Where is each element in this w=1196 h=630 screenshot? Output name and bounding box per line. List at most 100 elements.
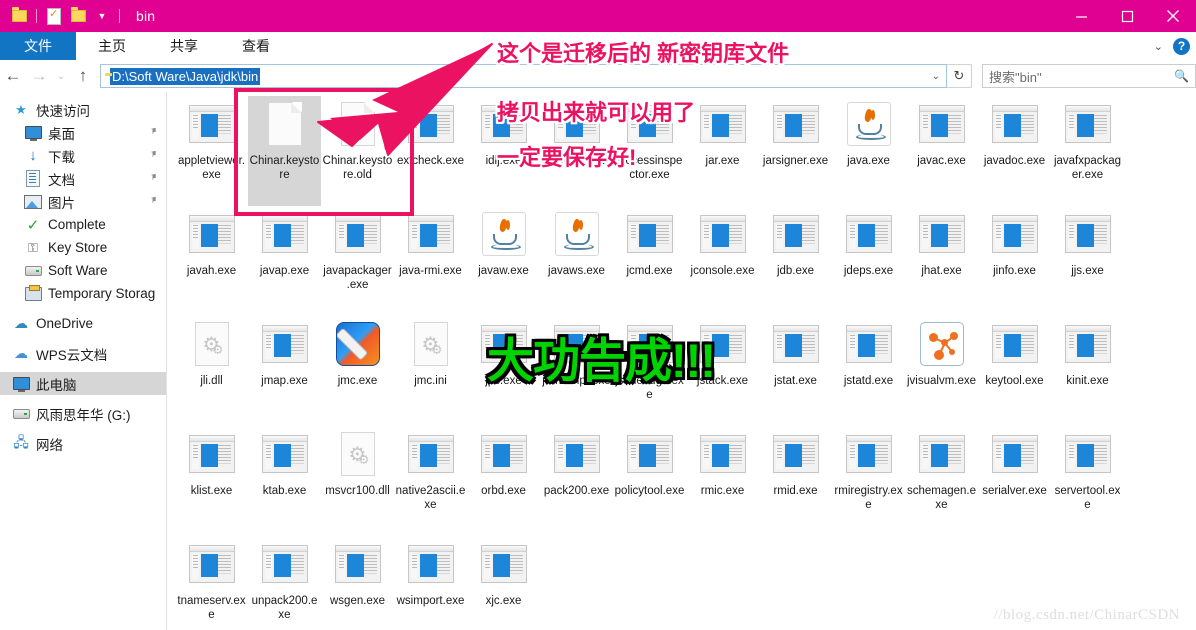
file-item[interactable]: jstatd.exe	[832, 316, 905, 426]
file-item[interactable]: jjs.exe	[1051, 206, 1124, 316]
file-item[interactable]: jrunscript.exe	[540, 316, 613, 426]
sidebar-item-g[interactable]: 风雨思年华 (G:)	[0, 402, 166, 425]
sidebar-item-[interactable]: 此电脑	[0, 372, 166, 395]
address-input[interactable]: D:\Soft Ware\Java\jdk\bin ⌄	[100, 64, 947, 88]
file-item[interactable]: jhat.exe	[905, 206, 978, 316]
tab-home[interactable]: 主页	[76, 32, 148, 60]
file-item[interactable]: jcmd.exe	[613, 206, 686, 316]
file-item[interactable]: javafxpackager.exe	[1051, 96, 1124, 206]
file-item[interactable]: jconsole.exe	[686, 206, 759, 316]
recent-locations-button[interactable]: ⌄	[52, 61, 70, 91]
file-item[interactable]: javaw.exe	[467, 206, 540, 316]
file-item[interactable]: javaws.exe	[540, 206, 613, 316]
file-item[interactable]: unpack200.exe	[248, 536, 321, 630]
help-icon[interactable]: ?	[1173, 37, 1190, 55]
sidebar-item-[interactable]: 文档	[0, 167, 166, 190]
file-item[interactable]: javah.exe	[175, 206, 248, 316]
file-item[interactable]: orbd.exe	[467, 426, 540, 536]
sidebar-item-[interactable]: ↓ 下载	[0, 144, 166, 167]
file-item[interactable]: Chinar.keystore.old	[321, 96, 394, 206]
file-item[interactable]: idlj.exe	[467, 96, 540, 206]
file-item[interactable]: javap.exe	[248, 206, 321, 316]
file-item[interactable]: javapackager.exe	[321, 206, 394, 316]
file-item[interactable]: jstack.exe	[686, 316, 759, 426]
sidebar-item-soft-ware[interactable]: Soft Ware	[0, 259, 166, 282]
file-list-pane[interactable]: appletviewer.exe Chinar.keystore Chinar.ke…	[167, 92, 1196, 630]
file-item[interactable]: jaccessinspector.exe	[613, 96, 686, 206]
file-item[interactable]: appletviewer.exe	[175, 96, 248, 206]
chevron-down-icon[interactable]: ⌄	[932, 71, 940, 82]
file-item[interactable]: jarsigner.exe	[759, 96, 832, 206]
minimize-icon[interactable]	[1058, 0, 1104, 32]
chevron-down-icon[interactable]: ▼	[91, 5, 113, 27]
navigation-sidebar[interactable]: ★ 快速访问 桌面 ↓ 下载 文档 图片 ✓ Complete ⚿ Key Store Soft Wa…	[0, 92, 167, 630]
file-item[interactable]: jdeps.exe	[832, 206, 905, 316]
file-item[interactable]: Chinar.keystore	[248, 96, 321, 206]
refresh-button[interactable]: ↻	[947, 64, 972, 88]
file-item[interactable]: ktab.exe	[248, 426, 321, 536]
file-item[interactable]: jinfo.exe	[978, 206, 1051, 316]
file-item[interactable]: wsgen.exe	[321, 536, 394, 630]
file-item[interactable]: klist.exe	[175, 426, 248, 536]
file-item[interactable]: keytool.exe	[978, 316, 1051, 426]
file-item[interactable]: serialver.exe	[978, 426, 1051, 536]
file-item[interactable]: jabswitch.exe	[540, 96, 613, 206]
folder-icon[interactable]	[67, 5, 89, 27]
search-icon[interactable]: 🔍	[1174, 69, 1189, 83]
file-item[interactable]: ⚙ ⚙ jmc.ini	[394, 316, 467, 426]
file-item[interactable]: extcheck.exe	[394, 96, 467, 206]
file-item[interactable]: javac.exe	[905, 96, 978, 206]
tab-view[interactable]: 查看	[220, 32, 292, 60]
file-item[interactable]: rmic.exe	[686, 426, 759, 536]
file-item[interactable]: kinit.exe	[1051, 316, 1124, 426]
sidebar-item-[interactable]: 图片	[0, 190, 166, 213]
file-item[interactable]: jar.exe	[686, 96, 759, 206]
file-item[interactable]: java-rmi.exe	[394, 206, 467, 316]
file-item[interactable]: servertool.exe	[1051, 426, 1124, 536]
tab-file[interactable]: 文件	[0, 32, 76, 60]
sidebar-item-[interactable]: 🖧 网络	[0, 432, 166, 455]
file-item[interactable]: javadoc.exe	[978, 96, 1051, 206]
search-input[interactable]: 搜索"bin" 🔍	[982, 64, 1196, 88]
file-item[interactable]: jps.exe	[467, 316, 540, 426]
file-item[interactable]: xjc.exe	[467, 536, 540, 630]
file-item[interactable]: jstat.exe	[759, 316, 832, 426]
back-button[interactable]: ←	[0, 61, 26, 91]
sidebar-item-key-store[interactable]: ⚿ Key Store	[0, 236, 166, 259]
sidebar-item-[interactable]: ★ 快速访问	[0, 98, 166, 121]
pin-icon[interactable]	[145, 171, 160, 186]
folder-icon[interactable]	[8, 5, 30, 27]
file-item[interactable]: pack200.exe	[540, 426, 613, 536]
file-item[interactable]: jdb.exe	[759, 206, 832, 316]
file-item[interactable]: jmc.exe	[321, 316, 394, 426]
file-item[interactable]: native2ascii.exe	[394, 426, 467, 536]
save-doc-icon[interactable]	[43, 5, 65, 27]
file-item[interactable]: rmid.exe	[759, 426, 832, 536]
pin-icon[interactable]	[145, 194, 160, 209]
pin-icon[interactable]	[145, 148, 160, 163]
file-item[interactable]: schemagen.exe	[905, 426, 978, 536]
close-icon[interactable]	[1150, 0, 1196, 32]
file-item[interactable]: policytool.exe	[613, 426, 686, 536]
file-item[interactable]: ⚙ ⚙ jli.dll	[175, 316, 248, 426]
tab-share[interactable]: 共享	[148, 32, 220, 60]
sidebar-item-temporary-storag[interactable]: Temporary Storag	[0, 282, 166, 305]
sidebar-item-onedrive[interactable]: ☁ OneDrive	[0, 312, 166, 335]
file-item[interactable]: java.exe	[832, 96, 905, 206]
sidebar-item-[interactable]: 桌面	[0, 121, 166, 144]
file-item[interactable]: jmap.exe	[248, 316, 321, 426]
sidebar-item-wps[interactable]: ☁ WPS云文档	[0, 342, 166, 365]
file-item[interactable]: ⚙ ⚙ msvcr100.dll	[321, 426, 394, 536]
file-item[interactable]: wsimport.exe	[394, 536, 467, 630]
file-item[interactable]: jvisualvm.exe	[905, 316, 978, 426]
maximize-icon[interactable]	[1104, 0, 1150, 32]
up-button[interactable]: ↑	[70, 61, 96, 91]
file-item[interactable]: tnameserv.exe	[175, 536, 248, 630]
sidebar-item-complete[interactable]: ✓ Complete	[0, 213, 166, 236]
exe-file-icon	[188, 435, 235, 473]
file-item[interactable]: rmiregistry.exe	[832, 426, 905, 536]
forward-button[interactable]: →	[26, 61, 52, 91]
pin-icon[interactable]	[145, 125, 160, 140]
file-item[interactable]: jsadebugd.exe	[613, 316, 686, 426]
chevron-down-icon[interactable]: ⌄	[1154, 40, 1163, 53]
